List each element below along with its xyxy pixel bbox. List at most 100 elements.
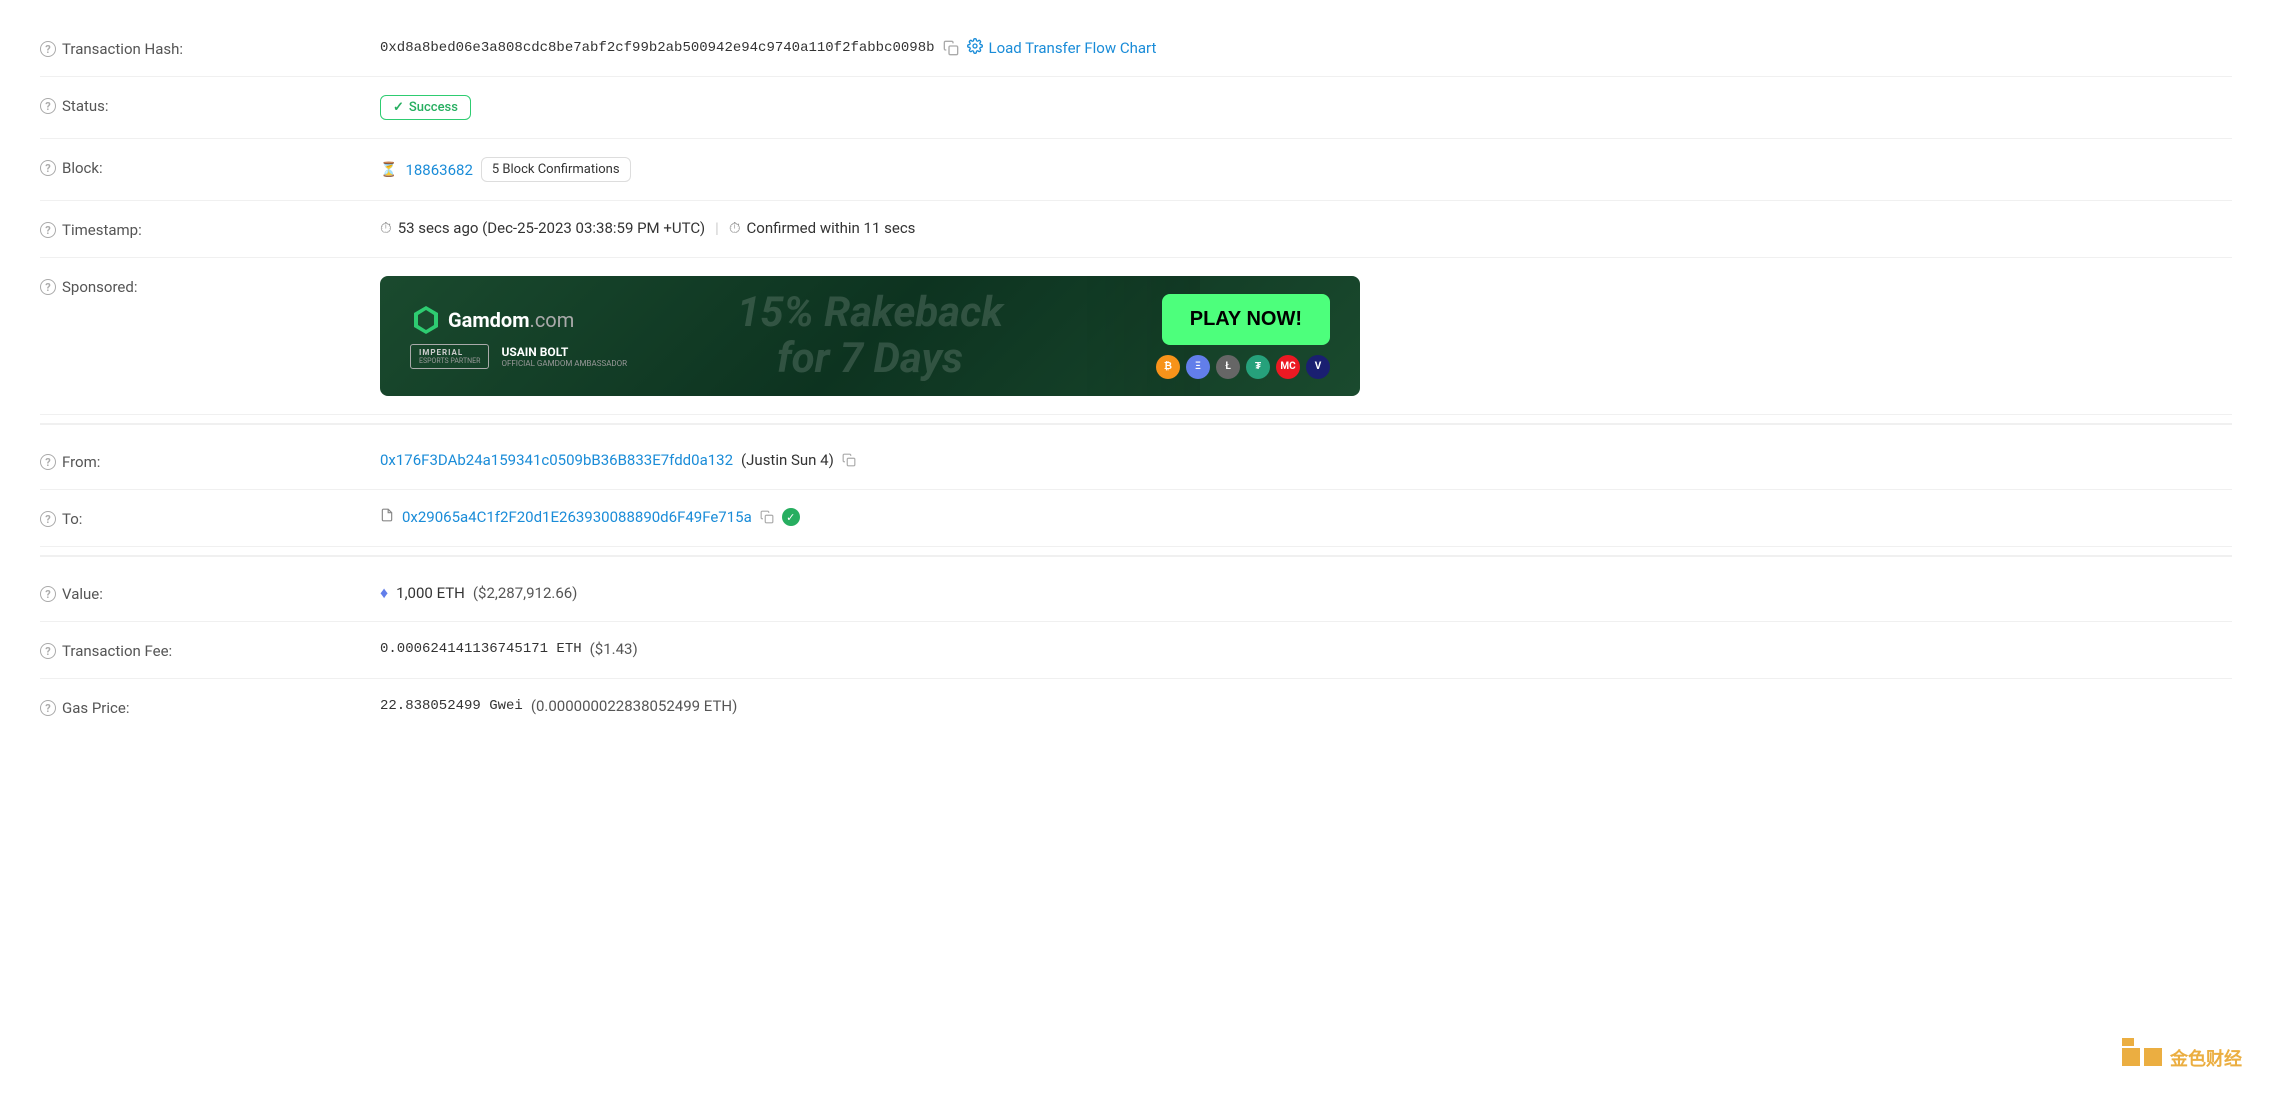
tx-hash-value: 0xd8a8bed06e3a808cdc8be7abf2cf99b2ab5009… [380, 40, 935, 56]
value-row: ? Value: ♦ 1,000 ETH ($2,287,912.66) [40, 565, 2232, 622]
gamdom-logo: Gamdom.com [410, 304, 627, 336]
payment-icons: ₿ Ξ Ł ₮ MC V [1156, 355, 1330, 379]
transaction-hash-label-col: ? Transaction Hash: [40, 38, 360, 58]
gas-gwei-text: 22.838052499 Gwei [380, 698, 523, 714]
imperial-sub: ESPORTS PARTNER [419, 357, 480, 365]
gas-help-icon[interactable]: ? [40, 700, 56, 716]
clock-icon: ⏱ [380, 219, 392, 237]
banner-left: Gamdom.com IMPERIAL ESPORTS PARTNER USAI… [410, 304, 627, 369]
section-divider-2 [40, 555, 2232, 557]
to-label-col: ? To: [40, 508, 360, 528]
block-hourglass-icon: ⏳ [380, 162, 397, 178]
from-address-link[interactable]: 0x176F3DAb24a159341c0509bB36B833E7fdd0a1… [380, 451, 733, 469]
status-badge: ✓ Success [380, 95, 471, 120]
gas-label: Gas Price: [62, 699, 129, 717]
to-verified-icon: ✓ [782, 508, 800, 526]
to-value-col: 0x29065a4C1f2F20d1E263930088890d6F49Fe71… [380, 508, 2232, 526]
to-help-icon[interactable]: ? [40, 511, 56, 527]
fee-help-icon[interactable]: ? [40, 643, 56, 659]
load-chart-text: Load Transfer Flow Chart [989, 39, 1157, 57]
usain-bolt-label: USAIN BOLT [501, 345, 627, 359]
timestamp-label-col: ? Timestamp: [40, 219, 360, 239]
mastercard-icon: MC [1276, 355, 1300, 379]
tx-hash-help-icon[interactable]: ? [40, 41, 56, 57]
timestamp-row: ? Timestamp: ⏱ 53 secs ago (Dec-25-2023 … [40, 201, 2232, 258]
from-copy-icon[interactable] [842, 453, 856, 467]
tx-hash-label: Transaction Hash: [62, 40, 183, 58]
to-row: ? To: 0x29065a4C1f2F20d1E263930088890d6F… [40, 490, 2232, 547]
to-copy-icon[interactable] [760, 510, 774, 524]
from-label-col: ? From: [40, 451, 360, 471]
status-help-icon[interactable]: ? [40, 98, 56, 114]
rakeback-text-2: for 7 Days [737, 336, 1003, 382]
contract-icon [380, 508, 394, 526]
watermark: 金色财经 [2122, 1038, 2242, 1078]
imperial-badge: IMPERIAL ESPORTS PARTNER [410, 344, 489, 369]
sponsored-label-col: ? Sponsored: [40, 276, 360, 296]
success-check-icon: ✓ [393, 100, 404, 115]
to-label: To: [62, 510, 82, 528]
partners-row: IMPERIAL ESPORTS PARTNER USAIN BOLT OFFI… [410, 344, 627, 369]
from-name-text: (Justin Sun 4) [741, 451, 834, 469]
watermark-text: 金色财经 [2170, 1045, 2242, 1071]
value-help-icon[interactable]: ? [40, 586, 56, 602]
from-label: From: [62, 453, 100, 471]
gas-row: ? Gas Price: 22.838052499 Gwei (0.000000… [40, 679, 2232, 735]
from-row: ? From: 0x176F3DAb24a159341c0509bB36B833… [40, 433, 2232, 490]
section-divider [40, 423, 2232, 425]
sponsor-banner[interactable]: Gamdom.com IMPERIAL ESPORTS PARTNER USAI… [380, 276, 1360, 396]
status-label: Status: [62, 97, 109, 115]
fee-row: ? Transaction Fee: 0.000624141136745171 … [40, 622, 2232, 679]
timestamp-text: ⏱ 53 secs ago (Dec-25-2023 03:38:59 PM +… [380, 219, 915, 237]
status-value-text: Success [409, 100, 458, 115]
fee-label: Transaction Fee: [62, 642, 172, 660]
sponsored-row: ? Sponsored: Gamdom.com [40, 258, 2232, 415]
confirmations-badge: 5 Block Confirmations [481, 157, 631, 182]
confirmed-within-text: Confirmed within 11 secs [747, 219, 916, 237]
fee-usd-text: ($1.43) [590, 640, 638, 658]
fee-eth-text: 0.000624141136745171 ETH [380, 641, 582, 657]
clock-icon-2: ⏱ [729, 219, 741, 237]
timestamp-help-icon[interactable]: ? [40, 222, 56, 238]
bitcoin-icon: ₿ [1156, 355, 1180, 379]
from-help-icon[interactable]: ? [40, 454, 56, 470]
ethereum-icon: Ξ [1186, 355, 1210, 379]
block-row: ? Block: ⏳ 18863682 5 Block Confirmation… [40, 139, 2232, 201]
from-value-col: 0x176F3DAb24a159341c0509bB36B833E7fdd0a1… [380, 451, 2232, 469]
value-value-col: ♦ 1,000 ETH ($2,287,912.66) [380, 583, 2232, 603]
tx-hash-copy-icon[interactable] [943, 40, 959, 56]
value-label-col: ? Value: [40, 583, 360, 603]
value-usd-text: ($2,287,912.66) [473, 584, 578, 602]
fee-label-col: ? Transaction Fee: [40, 640, 360, 660]
gas-label-col: ? Gas Price: [40, 697, 360, 717]
gamdom-hex-icon [410, 304, 442, 336]
rakeback-text-1: 15% Rakeback [737, 290, 1003, 336]
sponsored-help-icon[interactable]: ? [40, 279, 56, 295]
tether-icon: ₮ [1246, 355, 1270, 379]
value-label: Value: [62, 585, 103, 603]
block-label: Block: [62, 159, 103, 177]
fee-value-col: 0.000624141136745171 ETH ($1.43) [380, 640, 2232, 658]
eth-diamond-icon: ♦ [380, 583, 388, 603]
sponsored-label: Sponsored: [62, 278, 137, 296]
gear-icon [967, 38, 983, 58]
usain-bolt-badge: USAIN BOLT OFFICIAL GAMDOM AMBASSADOR [501, 345, 627, 368]
timestamp-value-col: ⏱ 53 secs ago (Dec-25-2023 03:38:59 PM +… [380, 219, 2232, 237]
to-address-link[interactable]: 0x29065a4C1f2F20d1E263930088890d6F49Fe71… [402, 508, 752, 526]
status-label-col: ? Status: [40, 95, 360, 115]
sponsored-value-col: Gamdom.com IMPERIAL ESPORTS PARTNER USAI… [380, 276, 2232, 396]
play-now-button[interactable]: PLAY NOW! [1162, 294, 1330, 345]
gamdom-brand-text: Gamdom.com [448, 308, 574, 332]
timestamp-label: Timestamp: [62, 221, 142, 239]
block-number-link[interactable]: 18863682 [405, 161, 472, 179]
block-help-icon[interactable]: ? [40, 160, 56, 176]
banner-center: 15% Rakeback for 7 Days [737, 290, 1003, 382]
status-value-col: ✓ Success [380, 95, 2232, 120]
transaction-hash-row: ? Transaction Hash: 0xd8a8bed06e3a808cdc… [40, 20, 2232, 77]
load-chart-button[interactable]: PLAY NOW! Load Transfer Flow Chart [967, 38, 1157, 58]
gas-value-col: 22.838052499 Gwei (0.000000022838052499 … [380, 697, 2232, 715]
banner-right: PLAY NOW! ₿ Ξ Ł ₮ MC V [1156, 294, 1330, 379]
block-label-col: ? Block: [40, 157, 360, 177]
litecoin-icon: Ł [1216, 355, 1240, 379]
usain-bolt-sub: OFFICIAL GAMDOM AMBASSADOR [501, 359, 627, 368]
